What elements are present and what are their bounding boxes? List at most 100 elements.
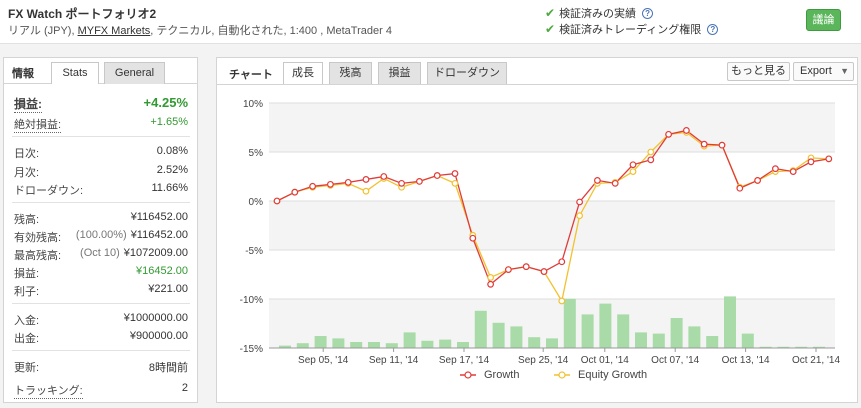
legend-equity-label: Equity Growth — [578, 369, 648, 381]
tab-general[interactable]: General — [104, 62, 165, 84]
interest-label: 利子: — [14, 286, 40, 298]
monthly-label: 月次: — [14, 167, 40, 179]
drawdown-value: 11.66% — [151, 182, 189, 194]
growth-point — [505, 266, 512, 274]
help-icon[interactable]: ? — [707, 23, 719, 35]
volume-bar — [528, 337, 541, 348]
equity-growth-point — [362, 187, 370, 195]
legend-growth[interactable]: Growth — [460, 369, 519, 381]
tab-growth[interactable]: 成長 — [283, 62, 323, 84]
growth-point — [825, 155, 833, 163]
equity-growth-point — [451, 179, 459, 187]
highest-value: ¥1072009.00 — [123, 247, 188, 259]
growth-point — [772, 165, 779, 173]
stat-updated: 更新: 8時間前 — [14, 359, 188, 375]
equity-note: (100.00%) — [75, 229, 127, 241]
page-title: FX Watch ポートフォリオ2 — [8, 7, 157, 21]
x-tick-label: Oct 13, '14 — [722, 355, 770, 366]
info-heading: 情報 — [12, 68, 34, 80]
verified-track-record-label: 検証済みの実績 — [559, 8, 637, 20]
divider — [12, 350, 190, 351]
growth-point — [611, 179, 619, 187]
tracking-label[interactable]: トラッキング: — [14, 382, 83, 399]
x-tick-label: Oct 07, '14 — [651, 355, 699, 366]
volume-bar — [670, 318, 683, 348]
legend-equity[interactable]: Equity Growth — [554, 369, 647, 381]
stat-drawdown: ドローダウン: 11.66% — [14, 182, 188, 198]
x-tick-label: Sep 05, '14 — [298, 355, 349, 366]
updated-label: 更新: — [14, 362, 40, 374]
growth-point — [344, 178, 352, 186]
divider — [12, 136, 190, 137]
y-tick-label: -15% — [240, 344, 263, 355]
growth-point — [309, 182, 316, 190]
x-tick-label: Sep 25, '14 — [518, 355, 569, 366]
profit-label: 損益: — [14, 268, 40, 280]
volume-bar — [439, 339, 452, 348]
equity-value: ¥116452.00 — [130, 229, 188, 241]
growth-point — [647, 156, 655, 164]
growth-point — [594, 177, 601, 184]
info-tabs: 情報 Stats General — [4, 58, 197, 84]
x-tick-label: Sep 11, '14 — [369, 355, 419, 366]
tab-stats[interactable]: Stats — [51, 62, 99, 84]
stat-abs-gain: 絶対損益: +1.65% — [14, 116, 188, 133]
gain-label[interactable]: 損益: — [14, 95, 42, 113]
gain-value: +4.25% — [143, 95, 188, 110]
volume-bar — [599, 303, 612, 348]
growth-point — [433, 172, 441, 179]
abs-gain-label[interactable]: 絶対損益: — [14, 116, 62, 133]
y-tick-label: -10% — [240, 295, 263, 306]
tab-drawdown[interactable]: ドローダウン — [427, 62, 507, 84]
info-panel: 情報 Stats General 損益: +4.25% 絶対損益: +1.65%… — [3, 57, 198, 403]
tab-balance[interactable]: 残高 — [329, 62, 372, 84]
growth-point — [665, 130, 673, 138]
volume-bar — [350, 342, 363, 348]
withdrawals-value: ¥900000.00 — [129, 330, 188, 342]
export-button[interactable]: Export ▼ — [793, 62, 854, 81]
check-icon: ✔ — [545, 6, 556, 20]
y-tick-label: 5% — [249, 148, 264, 159]
x-tick-label: Oct 01, '14 — [581, 355, 629, 366]
balance-value: ¥116452.00 — [130, 211, 188, 223]
growth-point — [807, 158, 815, 166]
more-button[interactable]: もっと見る — [727, 62, 790, 81]
export-label: Export — [800, 65, 832, 77]
volume-bar — [563, 298, 576, 348]
daily-value: 0.08% — [156, 145, 188, 157]
growth-point — [558, 258, 566, 266]
tab-profit[interactable]: 損益 — [378, 62, 421, 84]
verified-trading-rights: ✔ 検証済みトレーディング権限 ? — [545, 21, 719, 37]
volume-bar — [706, 336, 719, 348]
equity-label: 有効残高: — [14, 232, 62, 244]
help-icon[interactable]: ? — [642, 7, 654, 19]
y-tick-label: 0% — [249, 197, 264, 208]
volume-bar — [421, 340, 434, 348]
highest-label: 最高残高: — [14, 250, 62, 262]
volume-bar — [724, 296, 736, 348]
growth-point — [326, 180, 334, 188]
growth-legend-icon — [460, 371, 476, 379]
growth-point — [398, 179, 406, 187]
growth-point — [700, 140, 708, 148]
legend-growth-label: Growth — [484, 369, 520, 381]
growth-chart: 10% 5% 0% -5% -10% -15% Sep 05, '14 Sep 11, '14… — [240, 99, 841, 366]
y-tick-label: 10% — [243, 99, 263, 110]
broker-link[interactable]: MYFX Markets — [78, 25, 151, 37]
interest-value: ¥221.00 — [148, 283, 188, 295]
volume-bar — [296, 343, 309, 348]
growth-point — [576, 198, 584, 206]
growth-point — [487, 280, 495, 288]
growth-point — [718, 141, 726, 149]
stat-equity: 有効残高: (100.00%) ¥116452.00 — [14, 229, 188, 245]
equity-growth-point — [558, 297, 566, 305]
growth-point — [291, 188, 299, 196]
y-tick-label: -5% — [245, 246, 263, 257]
stat-profit: 損益: ¥16452.00 — [14, 265, 188, 281]
subtitle-prefix: リアル (JPY), — [8, 25, 78, 37]
portfolio-header: FX Watch ポートフォリオ2 リアル (JPY), MYFX Market… — [0, 0, 861, 44]
divider — [12, 303, 190, 304]
highest-note: (Oct 10) — [80, 247, 120, 259]
discuss-button[interactable]: 議論 — [806, 9, 841, 31]
growth-point — [380, 173, 388, 180]
